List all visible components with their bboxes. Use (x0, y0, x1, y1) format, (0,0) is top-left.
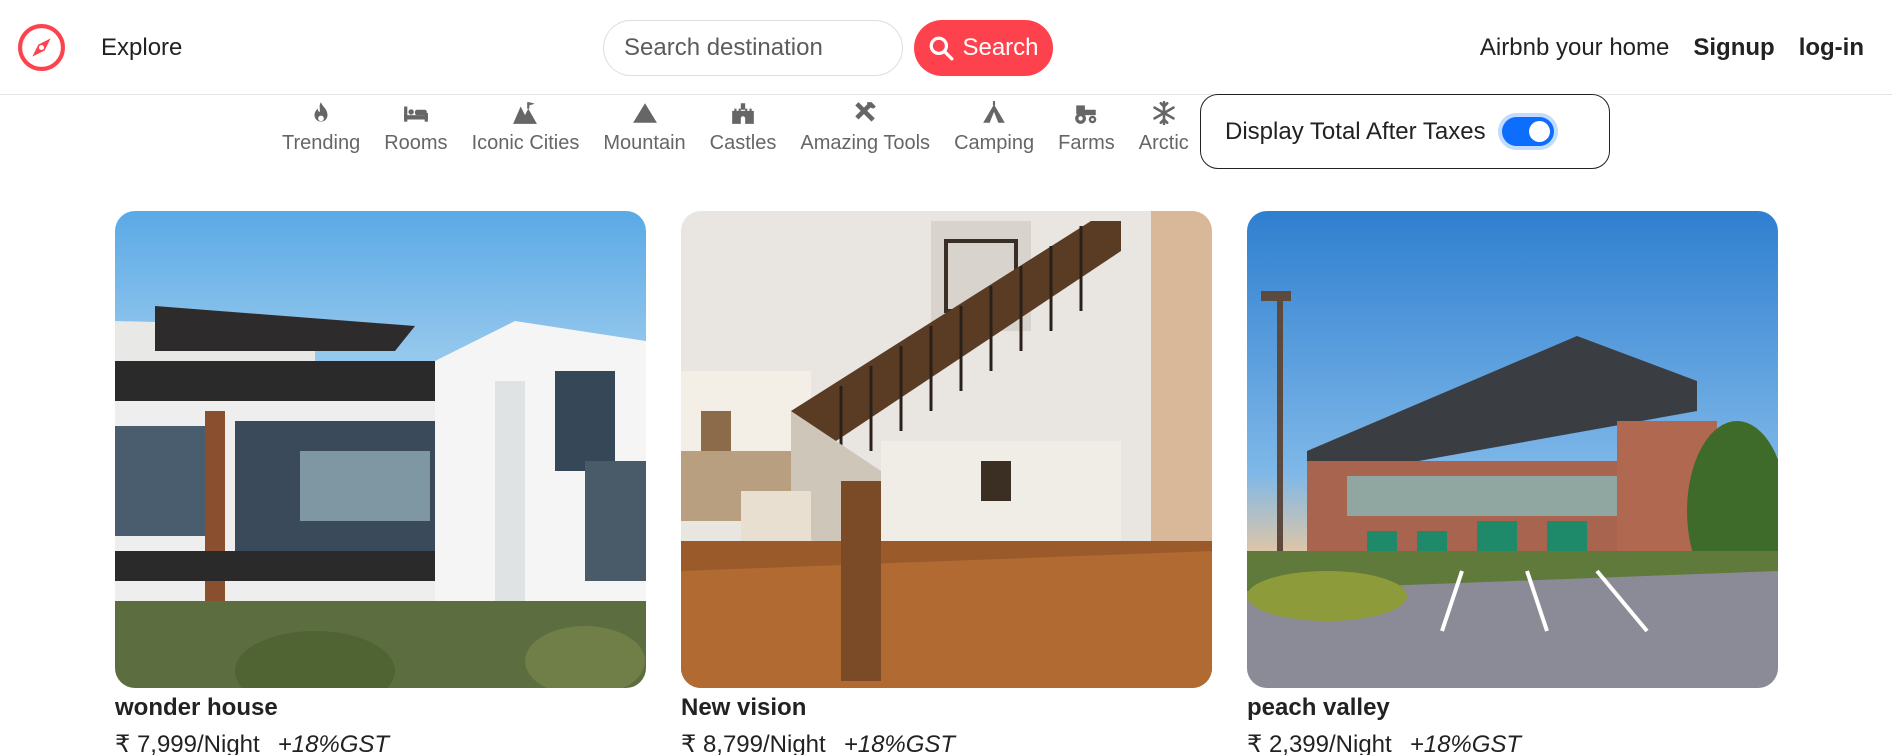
search-button-label: Search (962, 34, 1039, 61)
nav-links: Airbnb your home Signup log-in (1480, 34, 1864, 62)
airbnb-your-home-link[interactable]: Airbnb your home (1480, 34, 1669, 62)
listing-title[interactable]: wonder house (115, 694, 646, 722)
listing-card[interactable]: New vision ₹ 8,799/Night +18%GST (681, 211, 1212, 755)
listing-price: ₹ 8,799/Night +18%GST (681, 730, 1212, 755)
filter-rooms[interactable]: Rooms (372, 100, 459, 170)
filter-iconic-cities[interactable]: Iconic Cities (460, 100, 592, 170)
search-icon (930, 36, 954, 61)
castle-icon (730, 100, 756, 126)
filter-farms[interactable]: Farms (1046, 100, 1127, 170)
tools-icon (852, 100, 878, 126)
filter-label: Mountain (603, 132, 686, 154)
search-input[interactable] (603, 20, 903, 76)
navbar: Explore Search Airbnb your home Signup l… (0, 0, 1892, 95)
tax-toggle-switch[interactable] (1501, 117, 1554, 146)
compass-icon[interactable] (16, 22, 67, 73)
gst-note: +18%GST (277, 731, 390, 755)
listing-image[interactable] (1247, 211, 1778, 688)
filter-bar: Trending Rooms Iconic Cities Mountain Ca… (270, 100, 1201, 170)
filter-label: Iconic Cities (471, 132, 580, 154)
bed-icon (403, 100, 429, 126)
filter-trending[interactable]: Trending (270, 100, 372, 170)
staircase-interior-photo (681, 211, 1212, 688)
gst-note: +18%GST (843, 731, 956, 755)
price-per-night: ₹ 8,799/Night (681, 731, 826, 755)
snowflake-icon (1151, 100, 1177, 126)
listing-card[interactable]: wonder house ₹ 7,999/Night +18%GST (115, 211, 646, 755)
filter-label: Rooms (384, 132, 448, 154)
mountain-icon (632, 100, 658, 126)
filter-label: Farms (1058, 132, 1115, 154)
filter-label: Trending (282, 132, 361, 154)
tent-icon (981, 100, 1007, 126)
filter-castles[interactable]: Castles (698, 100, 789, 170)
listing-title[interactable]: peach valley (1247, 694, 1778, 722)
toggle-knob (1528, 121, 1550, 142)
listing-price: ₹ 7,999/Night +18%GST (115, 730, 646, 755)
listing-image[interactable] (115, 211, 646, 688)
explore-link[interactable]: Explore (101, 34, 182, 62)
listing-card[interactable]: peach valley ₹ 2,399/Night +18%GST (1247, 211, 1778, 755)
price-per-night: ₹ 2,399/Night (1247, 731, 1392, 755)
tax-toggle-label: Display Total After Taxes (1225, 117, 1486, 145)
listing-price: ₹ 2,399/Night +18%GST (1247, 730, 1778, 755)
city-icon (512, 100, 538, 126)
office-building-photo (1247, 211, 1778, 688)
listing-title[interactable]: New vision (681, 694, 1212, 722)
filter-mountain[interactable]: Mountain (591, 100, 697, 170)
filter-arctic[interactable]: Arctic (1127, 100, 1201, 170)
filter-label: Arctic (1138, 132, 1189, 154)
login-link[interactable]: log-in (1799, 34, 1864, 62)
tax-toggle-box: Display Total After Taxes (1200, 94, 1610, 169)
fire-icon (308, 100, 334, 126)
price-per-night: ₹ 7,999/Night (115, 731, 260, 755)
filter-camping[interactable]: Camping (942, 100, 1046, 170)
filter-amazing-tools[interactable]: Amazing Tools (788, 100, 942, 170)
filter-label: Amazing Tools (800, 132, 931, 154)
filter-label: Castles (709, 132, 777, 154)
gst-note: +18%GST (1409, 731, 1522, 755)
filter-label: Camping (954, 132, 1035, 154)
listing-image[interactable] (681, 211, 1212, 688)
modern-house-photo (115, 211, 646, 688)
tractor-icon (1073, 100, 1099, 126)
signup-link[interactable]: Signup (1693, 34, 1774, 62)
search-button[interactable]: Search (914, 20, 1053, 76)
